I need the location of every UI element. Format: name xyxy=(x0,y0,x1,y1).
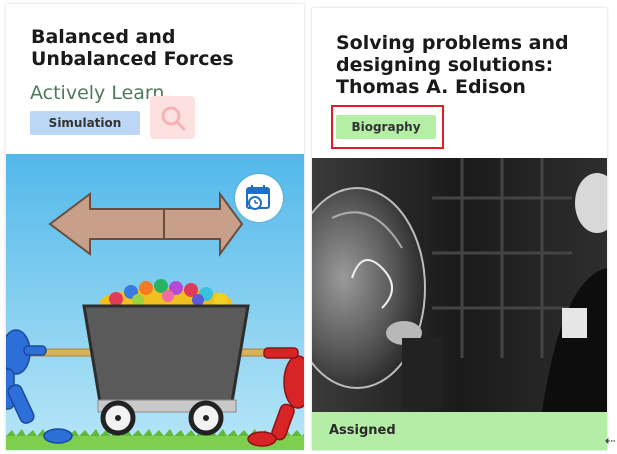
mouse-cursor-icon: ⇠ xyxy=(605,434,616,449)
card-provider: Actively Learn xyxy=(30,82,165,104)
search-icon xyxy=(161,106,186,131)
status-label: Assigned xyxy=(329,423,396,438)
badge-highlight-box xyxy=(331,105,444,149)
status-bar: Assigned xyxy=(312,412,607,450)
search-button[interactable] xyxy=(150,96,195,139)
type-badge: Simulation xyxy=(30,111,140,135)
edison-photo xyxy=(312,158,607,412)
resource-card-edison[interactable]: Solving problems and designing solutions… xyxy=(312,8,607,450)
resource-card-forces[interactable]: Balanced and Unbalanced Forces Actively … xyxy=(6,4,304,450)
card-title[interactable]: Balanced and Unbalanced Forces xyxy=(31,26,291,70)
schedule-button[interactable] xyxy=(235,174,283,222)
calendar-clock-icon xyxy=(246,185,270,210)
card-title[interactable]: Solving problems and designing solutions… xyxy=(336,32,591,98)
